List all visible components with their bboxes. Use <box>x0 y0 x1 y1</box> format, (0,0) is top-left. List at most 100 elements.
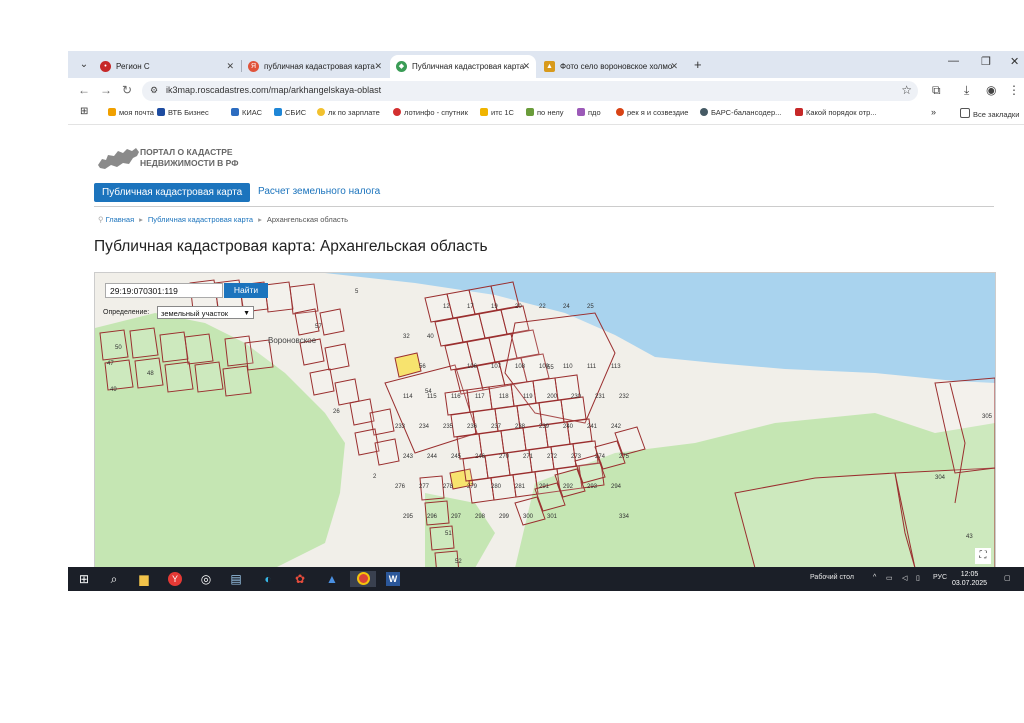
battery-icon[interactable]: ▯ <box>916 574 920 582</box>
parcel-number: 111 <box>587 364 597 370</box>
all-bookmarks[interactable]: Все закладки <box>960 108 1019 119</box>
parcel-number: 292 <box>563 484 574 490</box>
language-indicator[interactable]: РУС <box>933 574 947 581</box>
parcel <box>538 399 565 426</box>
cadastral-map[interactable]: 2 5 12 17 19 20 22 24 25 26 32 40 43 47 48 49 50 51 52 54 55… <box>94 272 996 569</box>
apps-grid-icon[interactable]: ⊞ <box>80 106 88 117</box>
bookmark-item[interactable]: моя почта <box>108 108 154 117</box>
village-label: Вороновское <box>268 336 317 345</box>
restore-icon[interactable]: ❐ <box>981 55 991 68</box>
bookmark-item[interactable]: ВТБ Бизнес <box>157 108 209 117</box>
fullscreen-icon[interactable]: ⛶ <box>975 548 991 564</box>
tray-chevron-icon[interactable]: ^ <box>873 574 876 581</box>
bookmark-item[interactable]: пдо <box>577 108 601 117</box>
tab-region[interactable]: • Регион С ✕ <box>94 55 240 78</box>
network-icon[interactable]: ▭ <box>886 574 893 582</box>
parcel-number: 106 <box>467 364 478 370</box>
parcel <box>560 396 587 423</box>
nav-land-tax-link[interactable]: Расчет земельного налога <box>258 186 380 197</box>
bookmark-item[interactable]: КИАС <box>231 108 262 117</box>
bookmark-item[interactable]: БАРС-балансодер... <box>700 108 781 117</box>
app-icon[interactable]: ◎ <box>198 571 214 587</box>
parcel <box>324 343 350 371</box>
nav-public-map-button[interactable]: Публичная кадастровая карта <box>94 183 251 202</box>
menu-icon[interactable]: ⋮ <box>1008 83 1020 97</box>
parcel-number: 277 <box>419 484 430 490</box>
parcel-number: 240 <box>563 424 574 430</box>
russia-map-logo-icon[interactable] <box>96 145 140 171</box>
calculator-icon[interactable]: ▤ <box>228 571 244 587</box>
bookmark-star-icon[interactable]: ☆ <box>901 83 912 97</box>
more-bookmarks-icon[interactable]: » <box>931 107 936 117</box>
minimize-icon[interactable]: — <box>948 55 959 67</box>
bookmark-item[interactable]: СБИС <box>274 108 306 117</box>
tab-title: публичная кадастровая карта <box>264 62 375 71</box>
download-icon[interactable]: ⤓ <box>964 83 969 98</box>
breadcrumb-home[interactable]: Главная <box>106 215 135 224</box>
windows-taskbar: ⊞ ⌕ ▆ Y ◎ ▤ ◐ ✿ ▲ W Рабочий стол ^ ▭ ◁ ▯… <box>68 567 1024 591</box>
close-tab-icon[interactable]: ✕ <box>670 55 678 78</box>
nav-divider <box>94 206 994 207</box>
edge-icon[interactable]: ◐ <box>260 571 276 587</box>
parcel-number: 234 <box>419 424 430 430</box>
definition-select[interactable]: земельный участок ▼ <box>157 306 254 319</box>
bookmark-item[interactable]: по нелу <box>526 108 564 117</box>
tab-public-map-active[interactable]: ◆ Публичная кадастровая карта ✕ <box>390 55 536 78</box>
notifications-icon[interactable]: ▢ <box>1004 574 1011 582</box>
bookmark-item[interactable]: итс 1С <box>480 108 514 117</box>
location-pin-icon: ⚲ <box>98 215 104 224</box>
word-icon[interactable]: W <box>386 572 400 586</box>
parcel-number: 246 <box>475 454 486 460</box>
bookmark-item[interactable]: Какой порядок отр... <box>795 108 877 117</box>
close-tab-icon[interactable]: ✕ <box>374 55 382 78</box>
forward-icon[interactable]: → <box>100 83 112 97</box>
parcel-number: 295 <box>403 514 414 520</box>
cadastral-search-input[interactable]: 29:19:070301:119 <box>105 283 223 298</box>
bookmark-item[interactable]: рек я и созвездие <box>616 108 688 117</box>
url-text[interactable]: ik3map.roscadastres.com/map/arkhangelska… <box>166 85 381 95</box>
tab-search-dropdown-icon[interactable]: ⌄ <box>76 57 92 73</box>
parcel <box>164 361 194 393</box>
reload-icon[interactable]: ↻ <box>122 83 132 97</box>
parcel-number: 51 <box>445 531 452 537</box>
chrome-icon[interactable] <box>350 571 376 587</box>
parcel-number: 56 <box>419 364 426 370</box>
parcel-number: 275 <box>619 454 630 460</box>
parcel <box>472 408 499 435</box>
parcel-number: 19 <box>491 304 498 310</box>
bookmark-item[interactable]: лотинфо - спутник <box>393 108 468 117</box>
extensions-icon[interactable]: ⧉ <box>932 83 941 98</box>
address-bar[interactable]: ⚙ ik3map.roscadastres.com/map/arkhangels… <box>142 81 918 101</box>
page-title: Публичная кадастровая карта: Архангельск… <box>94 238 488 255</box>
find-button[interactable]: Найти <box>224 283 268 298</box>
parcel-number: 52 <box>455 559 462 565</box>
breadcrumb-map[interactable]: Публичная кадастровая карта <box>148 215 253 224</box>
back-icon[interactable]: ← <box>78 83 90 97</box>
profile-icon[interactable]: ◉ <box>986 83 996 97</box>
breadcrumb-current: Архангельская область <box>266 215 348 224</box>
tab-public-map-1[interactable]: Я публичная кадастровая карта ✕ <box>242 55 388 78</box>
parcel <box>319 308 345 336</box>
logo-text[interactable]: ПОРТАЛ О КАДАСТРЕ НЕДВИЖИМОСТИ В РФ <box>140 147 290 169</box>
yandex-browser-icon[interactable]: Y <box>168 572 182 586</box>
site-info-icon[interactable]: ⚙ <box>150 85 158 96</box>
parcel-number: 291 <box>539 484 550 490</box>
close-window-icon[interactable]: ✕ <box>1010 55 1019 68</box>
windows-start-icon[interactable]: ⊞ <box>76 571 92 587</box>
clock-date: 03.07.2025 <box>952 580 988 587</box>
close-tab-icon[interactable]: ✕ <box>522 55 530 78</box>
desktop-label[interactable]: Рабочий стол <box>810 574 854 581</box>
new-tab-icon[interactable]: + <box>694 57 702 73</box>
parcel-number: 26 <box>333 409 340 415</box>
bookmark-item[interactable]: лк по зарплате <box>317 108 380 117</box>
file-explorer-icon[interactable]: ▆ <box>136 571 152 587</box>
search-icon[interactable]: ⌕ <box>106 571 122 587</box>
parcel-number: 296 <box>427 514 438 520</box>
app-icon[interactable]: ▲ <box>324 571 340 587</box>
volume-icon[interactable]: ◁ <box>902 574 907 582</box>
close-tab-icon[interactable]: ✕ <box>226 55 234 78</box>
tab-photo[interactable]: ▲ Фото село вороновское холмо ✕ <box>538 55 684 78</box>
clock[interactable]: 12:05 03.07.2025 <box>952 570 987 588</box>
app-icon[interactable]: ✿ <box>292 571 308 587</box>
parcel-number: 107 <box>491 364 502 370</box>
